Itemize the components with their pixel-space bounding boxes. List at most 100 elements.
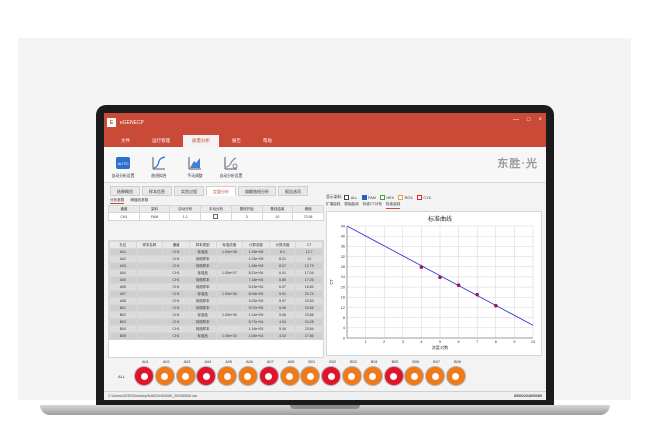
tab-experiment-process[interactable]: 实验过程 (174, 186, 204, 196)
row-label-all[interactable]: ALL (118, 374, 125, 379)
sample-cell: 8.1 (268, 248, 297, 256)
legend-item[interactable]: HEX (379, 195, 395, 200)
data-point[interactable] (494, 303, 498, 308)
y-tick-label: 0 (343, 336, 345, 340)
param-cell[interactable]: 3 (230, 212, 263, 221)
data-point[interactable] (419, 265, 424, 269)
plate-column-label: B01 (308, 360, 316, 364)
plate-well[interactable] (218, 367, 237, 385)
plate-well[interactable] (322, 367, 341, 385)
plate-well[interactable] (405, 367, 424, 385)
menu-file[interactable]: 文件 (112, 135, 139, 147)
plate-well[interactable] (259, 367, 278, 385)
auto-analysis-button[interactable]: AUTO 自动分析设置 (108, 155, 138, 179)
curve-fit-button[interactable]: 曲线拟合 (144, 155, 174, 179)
sample-cell (215, 304, 244, 312)
plate-well[interactable] (363, 367, 382, 385)
brand-logo: 东胜·光 (497, 158, 538, 170)
sample-row[interactable]: B02 CH1 标准品 1.00e+05 1.14e+05 5.06 23.86 (109, 311, 323, 319)
legend-checkbox[interactable] (416, 195, 422, 200)
param-header: 基线开始 (230, 205, 263, 213)
sample-cell: 12.79 (295, 262, 323, 270)
param-cell[interactable]: 70.06 (292, 212, 324, 221)
tab-overview[interactable]: 结果概览 (110, 186, 140, 196)
menu-report[interactable]: 报告 (223, 135, 250, 147)
legend-checkbox[interactable] (379, 195, 385, 200)
sample-cell: 8.01 (268, 255, 297, 263)
menu-help[interactable]: 帮助 (254, 135, 281, 147)
sample-cell: CH1 (162, 276, 190, 284)
sample-cell: 27.86 (295, 332, 323, 340)
legend-item[interactable]: ALL (344, 195, 358, 200)
device-serial: 85502204000089 (514, 394, 542, 398)
plate-well[interactable] (301, 367, 320, 385)
plate-well[interactable] (384, 367, 403, 385)
tab-sample-info[interactable]: 样本信息 (142, 186, 172, 196)
legend-checkbox[interactable] (344, 195, 350, 200)
sample-row[interactable]: A06 CH1 待测样本 8.43e+06 6.97 16.82 (109, 283, 323, 291)
sample-cell: 8.09e+05 (242, 290, 270, 298)
legend-checkbox[interactable] (398, 195, 404, 200)
data-point[interactable] (475, 292, 479, 297)
well-core (244, 372, 252, 380)
sample-row[interactable]: B01 CH1 待测样本 9.07e+05 5.96 20.56 (109, 304, 323, 312)
sample-cell (135, 248, 164, 256)
sample-row[interactable]: A04 CH1 标准品 1.00e+07 8.21e+06 6.91 17.04 (109, 269, 323, 277)
manual-adjust-button[interactable]: 手动调整 (180, 155, 210, 179)
sample-cell: 1.16e+05 (242, 325, 270, 333)
subtab-threshold-params[interactable]: 阈值线参数 (130, 198, 148, 204)
sample-row[interactable]: B04 CH1 待测样本 1.16e+05 5.06 23.84 (109, 325, 323, 333)
tab-melt-curve[interactable]: 熔解曲线分析 (238, 186, 276, 196)
legend-checkbox[interactable] (361, 195, 367, 200)
plate-well[interactable] (238, 367, 257, 385)
sample-cell: CH1 (162, 290, 190, 298)
menu-quant-analysis[interactable]: 质量分析 (183, 135, 219, 147)
sample-cell: 8.77e+04 (242, 318, 270, 326)
plate-well[interactable] (197, 367, 216, 385)
sample-row[interactable]: A07 CH1 标准品 1.00e+06 8.09e+05 5.91 20.74 (109, 290, 323, 298)
sample-row[interactable]: B03 CH1 待测样本 8.77e+04 4.94 24.28 (109, 318, 323, 326)
analysis-settings-button[interactable]: 自动分析设置 (216, 155, 246, 179)
chart-tab-raw[interactable]: 原始曲线 (344, 202, 358, 209)
plate-well[interactable] (426, 367, 445, 385)
sample-row[interactable]: A08 CH1 待测样本 9.23e+05 5.97 20.53 (109, 297, 323, 305)
well-core (327, 372, 335, 380)
param-row[interactable]: CH1 FAM 1-1 3 10 70.06 (108, 212, 324, 221)
plate-well[interactable] (446, 367, 465, 385)
sample-row[interactable]: A05 CH1 待测样本 7.18e+06 6.86 17.26 (109, 276, 323, 284)
legend-item[interactable]: FAM (361, 195, 376, 200)
subtab-analysis-params[interactable]: 分析参数 (110, 198, 125, 204)
plate-well[interactable] (342, 367, 361, 385)
sample-row[interactable]: A03 CH1 待测样本 1.18e+08 8.07 12.79 (109, 262, 323, 270)
maximize-icon[interactable]: □ (527, 117, 531, 123)
legend-item[interactable]: ROX (398, 195, 413, 200)
close-icon[interactable]: × (538, 117, 542, 123)
sample-row[interactable]: B05 CH1 标准品 1.00e+04 1.05e+04 4.02 27.86 (109, 332, 323, 340)
manual-analysis-checkbox[interactable] (200, 212, 232, 221)
sample-cell: CH1 (162, 304, 190, 312)
sample-table-panel: 孔位 样本名称 通道 样本类型 标准浓度 计算浓度 计算浓度 CT A01 CH1… (108, 240, 324, 358)
param-cell[interactable]: 1-1 (169, 212, 202, 221)
data-point[interactable] (456, 283, 461, 288)
curve-fit-label: 曲线拟合 (151, 174, 167, 178)
chart-tab-ct-distribution[interactable]: 标准CT分布 (363, 202, 382, 209)
plate-well[interactable] (280, 367, 299, 385)
tab-report-options[interactable]: 报告选项 (278, 186, 308, 196)
sample-row[interactable]: A01 CH1 标准品 1.00e+08 1.25e+08 8.1 12.7 (109, 248, 323, 256)
sample-row[interactable]: A02 CH1 待测样本 1.03e+08 8.01 13 (109, 255, 323, 263)
chart-tab-standard-curve[interactable]: 标准曲线 (385, 202, 401, 209)
plate-well[interactable] (176, 367, 195, 385)
plate-well[interactable] (135, 367, 153, 385)
legend-item[interactable]: CY5 (416, 195, 431, 200)
param-cell[interactable]: 10 (261, 212, 294, 221)
data-point[interactable] (438, 275, 442, 280)
plate-well[interactable] (155, 367, 174, 385)
tab-quant-analysis[interactable]: 定量分析 (206, 186, 236, 196)
menu-run-manage[interactable]: 运行管理 (143, 135, 179, 147)
sample-cell (215, 318, 244, 326)
legend-item-label: HEX (386, 195, 395, 200)
minimize-icon[interactable]: — (513, 117, 519, 123)
chart-tab-amplification[interactable]: 扩增曲线 (326, 202, 340, 209)
auto-analysis-icon: AUTO (116, 157, 130, 169)
x-tick-label: 7 (476, 340, 478, 344)
